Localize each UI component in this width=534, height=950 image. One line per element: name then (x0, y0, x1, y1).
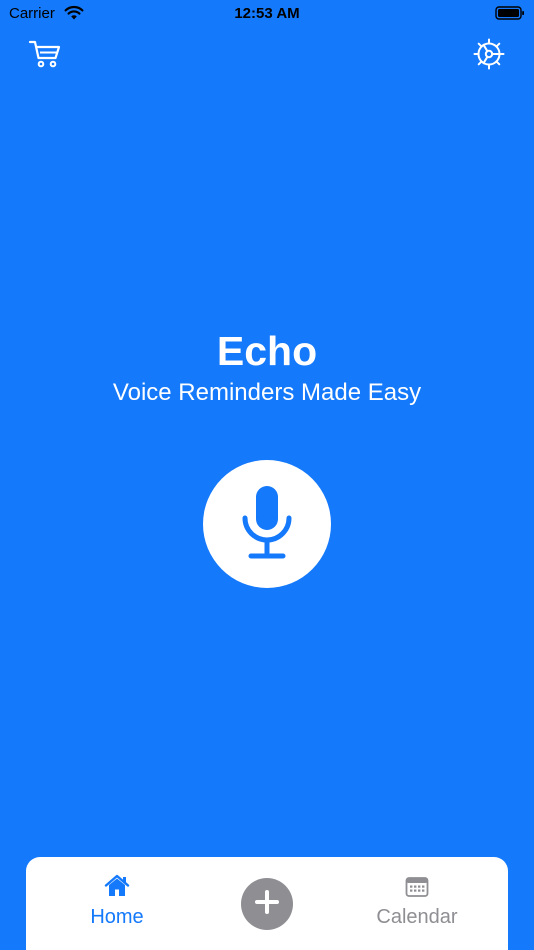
hero: Echo Voice Reminders Made Easy (0, 326, 534, 408)
tab-calendar[interactable]: Calendar (357, 877, 477, 930)
tab-bar: Home Calendar (26, 857, 508, 950)
calendar-icon (405, 876, 429, 903)
plus-icon (254, 889, 280, 920)
tab-home[interactable]: Home (57, 874, 177, 930)
app-subtitle: Voice Reminders Made Easy (112, 379, 422, 406)
battery-icon (495, 5, 525, 21)
record-button[interactable] (203, 460, 331, 588)
cart-button[interactable] (27, 38, 63, 74)
tab-calendar-label: Calendar (376, 906, 458, 928)
app-title: Echo (216, 328, 318, 374)
status-time: 12:53 AM (234, 5, 300, 22)
home-icon (104, 874, 130, 903)
tab-home-label: Home (90, 906, 144, 928)
settings-button[interactable] (471, 38, 507, 74)
status-bar: Carrier 12:53 AM (0, 0, 534, 28)
cart-icon (28, 39, 62, 74)
add-reminder-button[interactable] (241, 878, 293, 930)
gear-icon (472, 37, 506, 76)
microphone-icon (239, 482, 295, 567)
